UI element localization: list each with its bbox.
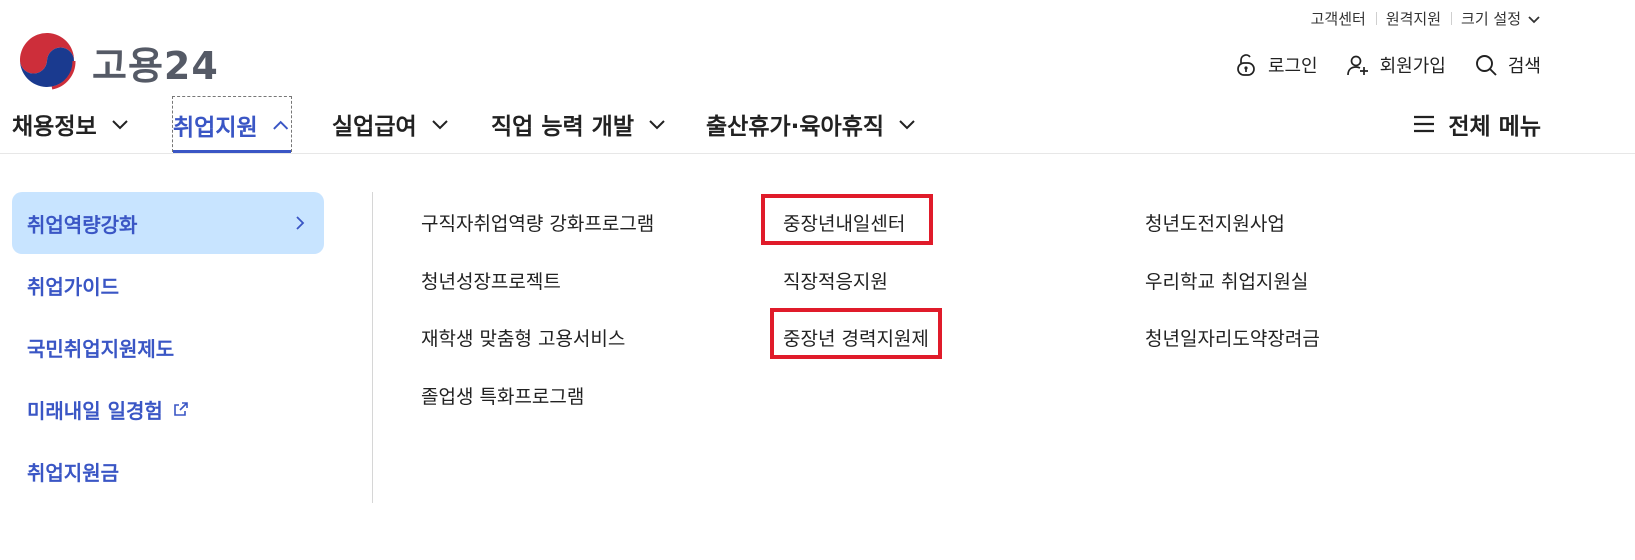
lnb-item-label: 국민취업지원제도 [27, 336, 175, 361]
login-label: 로그인 [1267, 56, 1318, 77]
lnb-item-label: 취업역량강화 [27, 212, 138, 237]
search-label: 검색 [1507, 56, 1541, 77]
signup-label: 회원가입 [1379, 56, 1446, 77]
lnb-item-label: 취업가이드 [27, 274, 119, 299]
link-workplace-adaptation[interactable]: 직장적응지원 [783, 267, 888, 294]
link-graduate-program[interactable]: 졸업생 특화프로그램 [421, 382, 584, 409]
gnb-item-label: 출산휴가·육아휴직 [706, 114, 885, 140]
chevron-up-icon [272, 120, 288, 130]
remote-support-link[interactable]: 원격지원 [1375, 8, 1451, 29]
gnb-item-employment-support[interactable]: 취업지원 [172, 96, 292, 153]
full-menu-label: 전체 메뉴 [1448, 114, 1541, 140]
gnb-item-label: 채용정보 [12, 114, 97, 140]
highlight-box [770, 308, 942, 359]
chevron-down-icon [1528, 15, 1540, 23]
taegeuk-logo-icon [18, 32, 76, 91]
hamburger-menu-icon [1414, 115, 1435, 133]
gnb-item-label: 실업급여 [332, 114, 417, 140]
link-youth-growth[interactable]: 청년성장프로젝트 [421, 267, 561, 294]
lnb-item-work-experience[interactable]: 미래내일 일경험 [12, 378, 324, 440]
menu-divider [372, 192, 373, 503]
lnb-item-national-support[interactable]: 국민취업지원제도 [12, 316, 324, 378]
chevron-down-icon [111, 120, 128, 130]
customer-center-link[interactable]: 고객센터 [1301, 8, 1376, 29]
size-setting-label: 크기 설정 [1461, 10, 1521, 28]
gnb-item-unemployment-benefit[interactable]: 실업급여 [332, 96, 451, 152]
account-actions: 로그인 회원가입 검색 [1234, 52, 1541, 78]
link-student-service[interactable]: 재학생 맞춤형 고용서비스 [421, 324, 625, 351]
full-menu-button[interactable]: 전체 메뉴 [1412, 96, 1541, 152]
utility-bar: 고객센터 원격지원 크기 설정 [1301, 8, 1541, 29]
link-youth-challenge[interactable]: 청년도전지원사업 [1145, 209, 1285, 236]
gnb-item-label: 취업지원 [173, 114, 258, 141]
lock-icon [1237, 54, 1255, 76]
lnb-item-label-group: 미래내일 일경험 [27, 395, 189, 424]
link-school-support-office[interactable]: 우리학교 취업지원실 [1145, 267, 1308, 294]
link-jobseeker-program[interactable]: 구직자취업역량 강화프로그램 [421, 209, 654, 236]
gnb-item-parental-leave[interactable]: 출산휴가·육아휴직 [706, 96, 918, 152]
login-button[interactable]: 로그인 [1234, 52, 1318, 78]
global-navigation: 채용정보 취업지원 실업급여 직업 능력 개발 출산휴가·육아휴직 전체 메뉴 [0, 96, 1635, 154]
lnb-item-label: 미래내일 일경험 [27, 398, 163, 423]
search-button[interactable]: 검색 [1474, 52, 1541, 78]
user-add-icon [1346, 55, 1368, 76]
highlight-box [761, 194, 933, 245]
lnb-item-guide[interactable]: 취업가이드 [12, 254, 324, 316]
sub-navigation: 취업역량강화 취업가이드 국민취업지원제도 미래내일 일경험 취업지원금 [12, 192, 324, 502]
signup-button[interactable]: 회원가입 [1346, 52, 1446, 78]
chevron-right-icon [296, 216, 305, 230]
gnb-item-label: 직업 능력 개발 [491, 114, 634, 140]
chevron-down-icon [649, 120, 665, 130]
lnb-item-capability[interactable]: 취업역량강화 [12, 192, 324, 254]
lnb-item-label: 취업지원금 [27, 460, 119, 485]
gnb-item-recruitment[interactable]: 채용정보 [12, 96, 131, 152]
site-logo[interactable]: 고용24 [16, 31, 219, 93]
lnb-item-subsidy[interactable]: 취업지원금 [12, 440, 324, 502]
gnb-item-vocational-training[interactable]: 직업 능력 개발 [491, 96, 668, 152]
search-icon [1475, 55, 1497, 76]
external-link-icon [173, 402, 188, 416]
size-setting-dropdown[interactable]: 크기 설정 [1451, 8, 1541, 29]
chevron-down-icon [899, 120, 915, 130]
link-youth-job-incentive[interactable]: 청년일자리도약장려금 [1145, 324, 1320, 351]
chevron-down-icon [431, 120, 448, 130]
logo-text: 고용24 [92, 43, 219, 88]
